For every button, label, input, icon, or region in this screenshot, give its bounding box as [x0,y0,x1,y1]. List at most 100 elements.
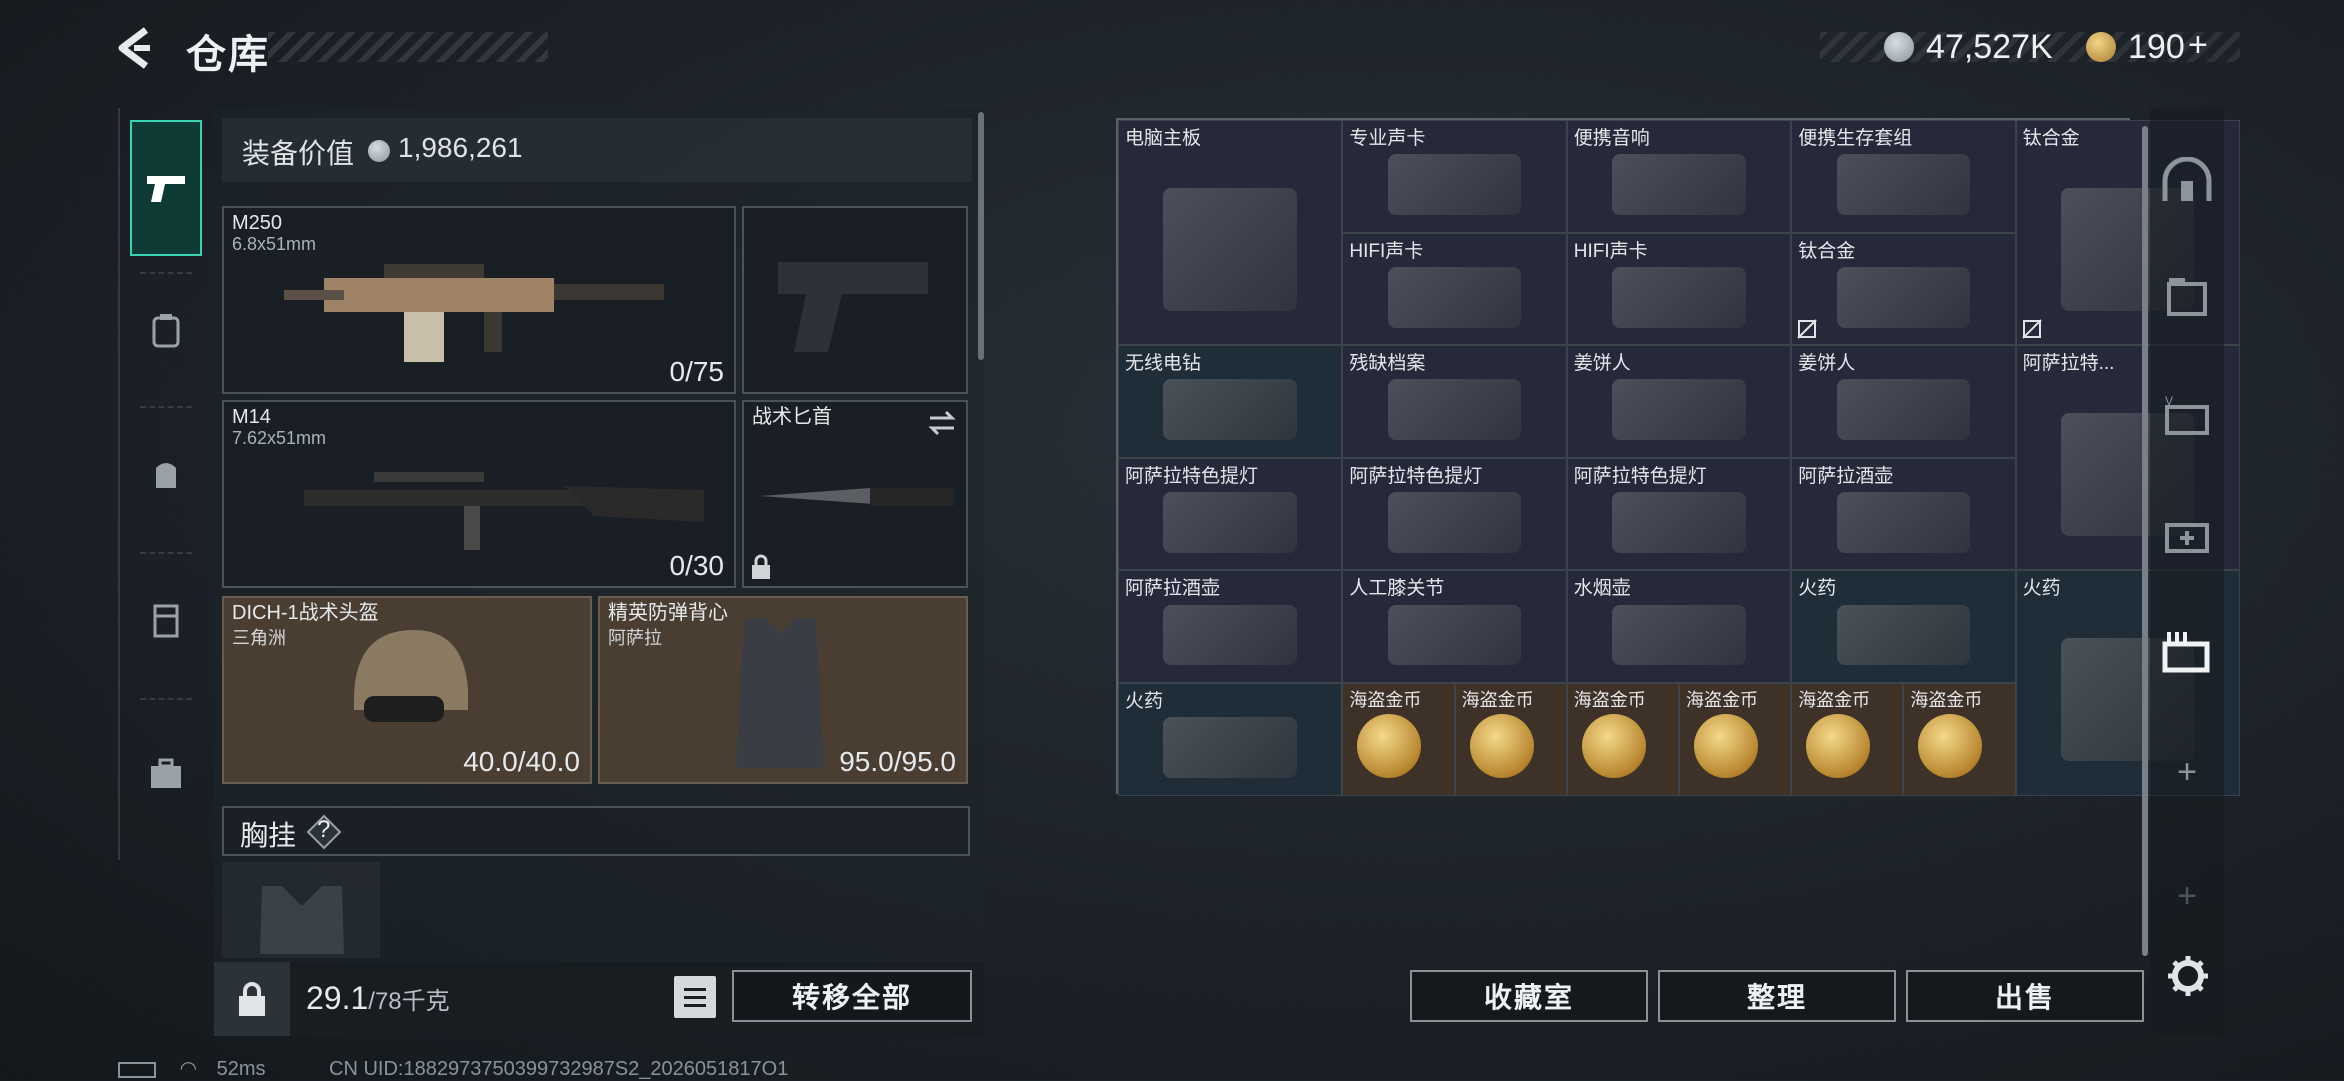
storage-item-label: 专业声卡 [1349,128,1426,149]
storage-item-image [1612,491,1746,553]
melee-name: 战术匕首 [752,406,832,428]
storage-box-icon [2167,278,2207,316]
category-weapons[interactable] [130,120,202,256]
storage-tab-1[interactable] [2150,260,2224,332]
storage-item[interactable]: 火药 [1791,570,2016,683]
collection-room-button[interactable]: 收藏室 [1410,970,1648,1022]
storage-tab-5[interactable]: V [2150,380,2224,452]
storage-item-label: 海盗金币 [1573,690,1646,710]
gold-coin-image [1694,714,1758,778]
weight-max: /78千克 [368,988,450,1015]
storage-item-image [1612,154,1746,215]
no-transfer-icon [2021,319,2042,339]
storage-crate-icon: V [2165,394,2209,435]
storage-item-label: 人工膝关节 [1349,578,1445,600]
weapon-name: M14 [232,406,271,428]
storage-item-label: 阿萨拉特... [2022,353,2115,375]
storage-item[interactable]: 火药 [1118,683,1343,796]
storage-item-image [1387,266,1522,328]
storage-item[interactable]: 阿萨拉特色提灯 [1118,457,1343,571]
storage-item-image [1612,604,1746,666]
back-arrow-icon[interactable] [112,24,160,72]
storage-item[interactable]: 海盗金币 [1679,683,1792,796]
hafu-coin-icon [1884,32,1914,62]
storage-item[interactable]: 便携音响 [1566,120,1792,233]
category-chest-rig[interactable] [130,584,202,656]
add-currency-button[interactable]: + [2188,26,2208,65]
storage-item[interactable]: HIFI声卡 [1342,232,1567,346]
wifi-icon: ◠ [179,1058,198,1080]
list-view-button[interactable] [674,976,716,1018]
storage-item[interactable]: 专业声卡 [1342,120,1567,233]
storage-item[interactable]: 无线电钻 [1118,345,1343,458]
helmet-slot[interactable]: DICH-1战术头盔 三角洲 40.0/40.0 [222,596,592,784]
storage-item-label: 火药 [2022,578,2061,600]
storage-tab-3-active[interactable] [2150,616,2224,688]
storage-item-image [1836,491,1971,553]
storage-item[interactable]: 水烟壶 [1566,570,1792,683]
storage-item[interactable]: 姜饼人 [1791,345,2016,458]
title-decoration [268,32,548,62]
storage-item[interactable]: 海盗金币 [1454,683,1567,796]
primary-weapon-slot[interactable]: M250 6.8x51mm 0/75 [222,206,736,394]
category-backpack-slots[interactable] [130,294,202,366]
storage-item[interactable]: 姜饼人 [1566,345,1792,458]
storage-item[interactable]: 阿萨拉特色提灯 [1342,457,1567,571]
storage-item-label: 姜饼人 [1798,353,1856,375]
storage-crate-active-icon [2162,632,2210,673]
storage-item[interactable]: HIFI声卡 [1566,232,1792,346]
secondary-weapon-slot[interactable]: M14 7.62x51mm 0/30 [222,400,736,588]
sort-button[interactable]: 整理 [1658,970,1896,1022]
battery-icon [118,1061,156,1078]
add-storage-tab-button[interactable]: + [2150,736,2224,808]
storage-item-label: 阿萨拉酒壶 [1798,465,1894,487]
category-backpack[interactable] [130,438,202,510]
storage-item-label: HIFI声卡 [1349,240,1424,262]
armor-vest-image [736,618,824,768]
lock-button[interactable] [214,962,290,1036]
storage-item-label: 水烟壶 [1573,578,1631,600]
storage-item-image [1836,604,1971,666]
helmet-map: 三角洲 [232,628,286,648]
storage-item-label: 阿萨拉酒壶 [1125,578,1221,600]
transfer-all-button[interactable]: 转移全部 [732,970,972,1022]
storage-item[interactable]: 人工膝关节 [1342,570,1567,683]
storage-item[interactable]: 便携生存套组 [1791,120,2016,233]
category-safebox[interactable] [130,738,202,810]
storage-item-image [1163,187,1297,311]
storage-item-label: 便携音响 [1573,128,1650,149]
chest-rig-slot[interactable] [222,862,380,958]
storage-item-label: 电脑主板 [1125,128,1202,149]
storage-item[interactable]: 钛合金 [1791,232,2016,346]
pistol-slot[interactable] [742,206,968,394]
storage-item[interactable]: 阿萨拉酒壶 [1118,570,1343,683]
briefcase-icon [151,758,181,788]
svg-text:V: V [2165,394,2173,408]
storage-item[interactable]: 海盗金币 [1566,683,1679,796]
storage-item[interactable]: 海盗金币 [1903,683,2016,796]
storage-item-image [1612,266,1746,328]
storage-item[interactable]: 阿萨拉酒壶 [1791,457,2016,571]
storage-item[interactable]: 海盗金币 [1791,683,1904,796]
storage-tab-special[interactable] [2150,144,2224,216]
storage-item[interactable]: 电脑主板 [1118,120,1343,346]
storage-item[interactable]: 阿萨拉特色提灯 [1566,457,1792,571]
storage-item-image [1387,154,1522,215]
chest-rig-label: 胸挂 [240,820,297,851]
settings-gear-icon[interactable] [2166,954,2210,998]
armor-map: 阿萨拉 [608,628,662,648]
storage-item-image [1836,154,1971,215]
sell-button[interactable]: 出售 [1906,970,2144,1022]
storage-tab-4[interactable] [2150,498,2224,570]
storage-grid: 电脑主板 专业声卡 便携音响 便携生存套组 钛合金 HIFI声卡 HIFI声卡 钛合金 无线电钻… [1116,118,2240,796]
storage-item[interactable]: 残缺档案 [1342,345,1567,458]
chest-rig-icon [153,604,179,638]
loadout-scrollbar[interactable] [978,112,984,360]
storage-item-label: 便携生存套组 [1798,128,1913,149]
swap-icon[interactable] [926,410,958,436]
storage-item-label: 海盗金币 [1798,690,1871,710]
storage-item[interactable]: 海盗金币 [1342,683,1455,796]
melee-slot[interactable]: 战术匕首 [742,400,968,588]
storage-scrollbar[interactable] [2142,126,2148,956]
armor-slot[interactable]: 精英防弹背心 阿萨拉 95.0/95.0 [598,596,968,784]
